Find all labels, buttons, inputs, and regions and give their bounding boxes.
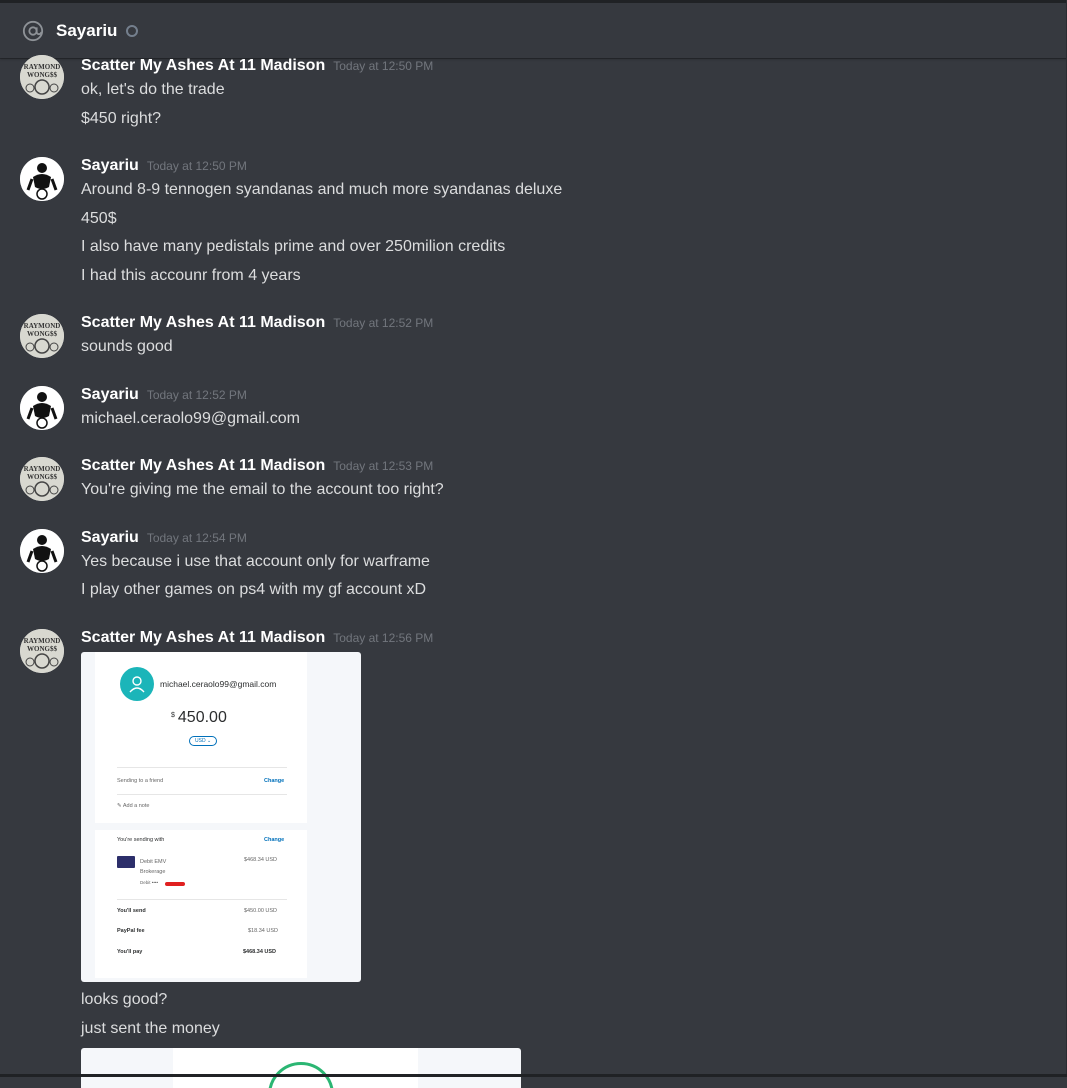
message-text: looks good? [81,991,168,1008]
username[interactable]: Sayariu [81,529,139,546]
add-note-label: ✎ Add a note [117,803,149,809]
divider [117,899,287,900]
message-text: just sent the money [81,1020,220,1037]
fee-value: $18.34 USD [248,928,278,934]
avatar[interactable]: RAYMOND WONG$$ [20,629,64,673]
svg-text:RAYMOND: RAYMOND [24,465,61,473]
svg-text:WONG$$: WONG$$ [27,473,57,481]
divider [117,794,287,795]
fee-label: PayPal fee [117,928,145,934]
timestamp: Today at 12:54 PM [146,531,247,545]
card-name: Brokerage [140,869,166,875]
youll-pay-label: You'll pay [117,949,143,955]
username[interactable]: Scatter My Ashes At 11 Madison [81,57,325,74]
message-text: michael.ceraolo99@gmail.com [81,410,300,427]
offline-status-icon [126,25,139,37]
avatar[interactable]: RAYMOND WONG$$ [20,55,64,99]
pencil-icon: ✎ [117,803,122,809]
youll-send-label: You'll send [117,908,146,914]
amount-value: 450.00 [177,709,227,726]
message-text: I had this accounr from 4 years [81,267,301,284]
username[interactable]: Scatter My Ashes At 11 Madison [81,457,325,474]
message-text: I also have many pedistals prime and ove… [81,238,506,255]
svg-text:RAYMOND: RAYMOND [24,637,61,645]
message-header: Scatter My Ashes At 11 Madison Today at 1… [81,314,433,332]
avatar[interactable] [20,386,64,430]
sending-with-label: You're sending with [117,837,165,843]
card-name: Debit EMV [140,859,167,865]
avatar[interactable] [20,157,64,201]
card-icon [117,856,135,868]
timestamp: Today at 12:56 PM [333,631,434,645]
add-note-text: Add a note [122,803,150,809]
image-attachment[interactable]: michael.ceraolo99@gmail.com $450.00 USD … [81,652,361,982]
message-text: sounds good [81,338,173,355]
message-header: Scatter My Ashes At 11 Madison Today at 1… [81,57,433,75]
youll-send-value: $450.00 USD [244,908,278,914]
paypal-email: michael.ceraolo99@gmail.com [160,679,277,689]
timestamp: Today at 12:53 PM [333,459,434,473]
card-type: Debit •••• [140,880,159,885]
avatar[interactable]: RAYMOND WONG$$ [20,457,64,501]
username[interactable]: Scatter My Ashes At 11 Madison [81,314,325,331]
svg-text:WONG$$: WONG$$ [27,645,57,653]
username[interactable]: Sayariu [81,157,139,174]
currency-selector: USD ⌄ [189,736,218,746]
user-icon [120,667,154,701]
message-header: Sayariu Today at 12:50 PM [81,157,247,175]
message-text: Yes because i use that account only for … [81,553,430,570]
message-text: Around 8-9 tennogen syandanas and much m… [81,181,563,198]
avatar[interactable] [20,529,64,573]
svg-text:WONG$$: WONG$$ [27,330,57,338]
message-text: $450 right? [81,110,162,127]
timestamp: Today at 12:50 PM [146,159,247,173]
timestamp: Today at 12:52 PM [333,316,434,330]
svg-text:WONG$$: WONG$$ [27,71,57,79]
divider [117,767,287,768]
redaction-scribble [165,882,185,886]
username[interactable]: Sayariu [81,386,139,403]
change-link: Change [264,778,285,784]
channel-header: Sayariu [0,0,1067,58]
youll-pay-value: $468.34 USD [243,949,277,955]
message-text: 450$ [81,210,117,227]
channel-name: Sayariu [56,20,118,40]
username[interactable]: Scatter My Ashes At 11 Madison [81,629,325,646]
svg-text:RAYMOND: RAYMOND [24,322,61,330]
at-sign-icon [22,20,44,42]
currency-symbol: $ [171,712,175,719]
message-header: Sayariu Today at 12:54 PM [81,529,247,547]
timestamp: Today at 12:52 PM [146,388,247,402]
currency-label: USD [195,738,206,744]
paypal-payment-card: You're sending with Change Debit EMV Bro… [95,830,307,978]
message-header: Scatter My Ashes At 11 Madison Today at 1… [81,457,433,475]
sending-to-label: Sending to a friend [117,778,164,784]
paypal-amount: $450.00 [171,709,227,727]
svg-text:RAYMOND: RAYMOND [24,63,61,71]
message-header: Scatter My Ashes At 11 Madison Today at 1… [81,629,433,647]
message-text: ok, let's do the trade [81,81,225,98]
image-attachment[interactable] [81,1048,521,1088]
card-amount: $468.34 USD [244,857,278,863]
avatar[interactable]: RAYMOND WONG$$ [20,314,64,358]
paypal-recipient-card: michael.ceraolo99@gmail.com $450.00 USD … [95,652,307,823]
message-text: I play other games on ps4 with my gf acc… [81,581,427,598]
timestamp: Today at 12:50 PM [333,59,434,73]
change-link: Change [264,837,285,843]
message-text: You're giving me the email to the accoun… [81,481,444,498]
message-header: Sayariu Today at 12:52 PM [81,386,247,404]
